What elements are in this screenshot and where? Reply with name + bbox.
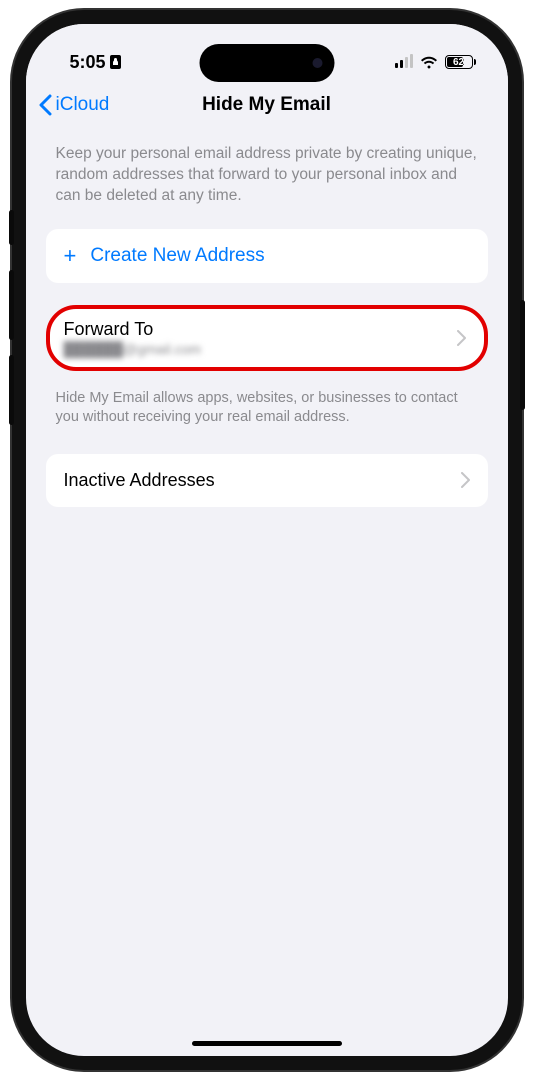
inactive-addresses-button[interactable]: Inactive Addresses xyxy=(46,454,488,507)
create-address-label: Create New Address xyxy=(90,245,264,267)
forward-to-content: Forward To ██████@gmail.com xyxy=(64,319,202,357)
create-address-button[interactable]: + Create New Address xyxy=(46,229,488,283)
status-time: 5:05 xyxy=(70,52,106,73)
back-button[interactable]: iCloud xyxy=(38,94,110,116)
forward-to-button[interactable]: Forward To ██████@gmail.com xyxy=(50,309,484,367)
status-indicators: 62 xyxy=(395,55,476,69)
contact-card-icon xyxy=(110,55,121,69)
side-button xyxy=(9,355,14,425)
forward-to-card: Forward To ██████@gmail.com xyxy=(46,305,488,371)
forward-to-email: ██████@gmail.com xyxy=(64,341,202,357)
home-indicator[interactable] xyxy=(192,1041,342,1046)
inactive-addresses-label: Inactive Addresses xyxy=(64,470,215,491)
cellular-signal-icon xyxy=(395,56,413,68)
navigation-bar: iCloud Hide My Email xyxy=(26,82,508,130)
back-label: iCloud xyxy=(56,94,110,116)
forward-to-title: Forward To xyxy=(64,319,202,340)
side-button xyxy=(9,270,14,340)
status-time-area: 5:05 xyxy=(70,52,121,73)
phone-screen: 5:05 62 xyxy=(26,24,508,1056)
side-button xyxy=(520,300,525,410)
wifi-icon xyxy=(420,56,438,69)
chevron-left-icon xyxy=(38,94,52,116)
phone-frame: 5:05 62 xyxy=(12,10,522,1070)
forward-footer-text: Hide My Email allows apps, websites, or … xyxy=(46,381,488,454)
dynamic-island xyxy=(199,44,334,82)
content-area: Keep your personal email address private… xyxy=(26,130,508,507)
create-address-card: + Create New Address xyxy=(46,229,488,283)
inactive-addresses-card: Inactive Addresses xyxy=(46,454,488,507)
chevron-right-icon xyxy=(457,330,466,346)
plus-icon: + xyxy=(64,245,77,267)
battery-icon: 62 xyxy=(445,55,476,69)
camera-dot xyxy=(312,58,322,68)
battery-percentage: 62 xyxy=(453,57,464,68)
description-text: Keep your personal email address private… xyxy=(46,138,488,229)
chevron-right-icon xyxy=(461,472,470,488)
side-button xyxy=(9,210,14,245)
